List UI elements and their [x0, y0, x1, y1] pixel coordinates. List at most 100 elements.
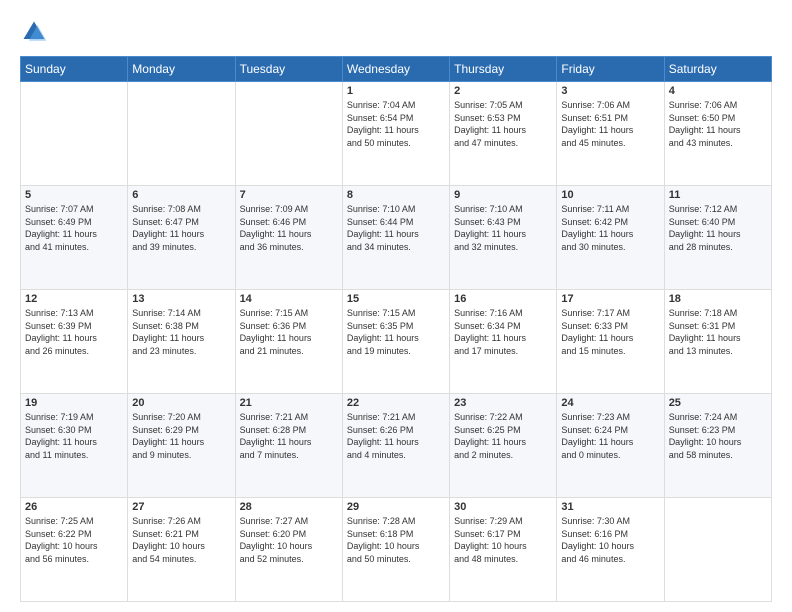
day-info: Sunrise: 7:27 AM Sunset: 6:20 PM Dayligh…: [240, 515, 338, 565]
day-info: Sunrise: 7:14 AM Sunset: 6:38 PM Dayligh…: [132, 307, 230, 357]
day-info: Sunrise: 7:20 AM Sunset: 6:29 PM Dayligh…: [132, 411, 230, 461]
weekday-monday: Monday: [128, 57, 235, 82]
day-number: 9: [454, 189, 552, 201]
header: [20, 18, 772, 46]
day-number: 22: [347, 397, 445, 409]
day-number: 26: [25, 501, 123, 513]
day-number: 11: [669, 189, 767, 201]
day-number: 25: [669, 397, 767, 409]
day-info: Sunrise: 7:07 AM Sunset: 6:49 PM Dayligh…: [25, 203, 123, 253]
day-info: Sunrise: 7:16 AM Sunset: 6:34 PM Dayligh…: [454, 307, 552, 357]
weekday-sunday: Sunday: [21, 57, 128, 82]
day-info: Sunrise: 7:09 AM Sunset: 6:46 PM Dayligh…: [240, 203, 338, 253]
calendar-cell: 24Sunrise: 7:23 AM Sunset: 6:24 PM Dayli…: [557, 394, 664, 498]
day-info: Sunrise: 7:06 AM Sunset: 6:51 PM Dayligh…: [561, 99, 659, 149]
calendar-cell: 25 Sunrise: 7:24 AM Sunset: 6:23 PM Dayli…: [664, 394, 771, 498]
calendar-cell: 23 Sunrise: 7:22 AM Sunset: 6:25 PM Dayli…: [450, 394, 557, 498]
day-number: 21: [240, 397, 338, 409]
week-row-0: 1Sunrise: 7:04 AM Sunset: 6:54 PM Daylig…: [21, 82, 772, 186]
day-number: 3: [561, 85, 659, 97]
calendar-cell: 13 Sunrise: 7:14 AM Sunset: 6:38 PM Dayli…: [128, 290, 235, 394]
day-info: Sunrise: 7:22 AM Sunset: 6:25 PM Dayligh…: [454, 411, 552, 461]
day-number: 29: [347, 501, 445, 513]
calendar-cell: 18Sunrise: 7:18 AM Sunset: 6:31 PM Dayli…: [664, 290, 771, 394]
day-info: Sunrise: 7:19 AM Sunset: 6:30 PM Dayligh…: [25, 411, 123, 461]
day-info: Sunrise: 7:10 AM Sunset: 6:44 PM Dayligh…: [347, 203, 445, 253]
day-number: 13: [132, 293, 230, 305]
calendar-cell: 17 Sunrise: 7:17 AM Sunset: 6:33 PM Dayli…: [557, 290, 664, 394]
weekday-wednesday: Wednesday: [342, 57, 449, 82]
day-number: 27: [132, 501, 230, 513]
day-info: Sunrise: 7:10 AM Sunset: 6:43 PM Dayligh…: [454, 203, 552, 253]
weekday-friday: Friday: [557, 57, 664, 82]
weekday-header-row: SundayMondayTuesdayWednesdayThursdayFrid…: [21, 57, 772, 82]
day-info: Sunrise: 7:21 AM Sunset: 6:28 PM Dayligh…: [240, 411, 338, 461]
day-number: 16: [454, 293, 552, 305]
day-info: Sunrise: 7:28 AM Sunset: 6:18 PM Dayligh…: [347, 515, 445, 565]
calendar-cell: 8Sunrise: 7:10 AM Sunset: 6:44 PM Daylig…: [342, 186, 449, 290]
day-info: Sunrise: 7:12 AM Sunset: 6:40 PM Dayligh…: [669, 203, 767, 253]
day-number: 31: [561, 501, 659, 513]
day-number: 4: [669, 85, 767, 97]
calendar-cell: 19 Sunrise: 7:19 AM Sunset: 6:30 PM Dayli…: [21, 394, 128, 498]
day-number: 20: [132, 397, 230, 409]
calendar-cell: [128, 82, 235, 186]
calendar-cell: [235, 82, 342, 186]
calendar-cell: 10 Sunrise: 7:11 AM Sunset: 6:42 PM Dayli…: [557, 186, 664, 290]
day-number: 15: [347, 293, 445, 305]
week-row-1: 5Sunrise: 7:07 AM Sunset: 6:49 PM Daylig…: [21, 186, 772, 290]
day-number: 30: [454, 501, 552, 513]
day-info: Sunrise: 7:26 AM Sunset: 6:21 PM Dayligh…: [132, 515, 230, 565]
day-info: Sunrise: 7:04 AM Sunset: 6:54 PM Dayligh…: [347, 99, 445, 149]
calendar-cell: 11 Sunrise: 7:12 AM Sunset: 6:40 PM Dayli…: [664, 186, 771, 290]
day-info: Sunrise: 7:24 AM Sunset: 6:23 PM Dayligh…: [669, 411, 767, 461]
calendar-cell: 31 Sunrise: 7:30 AM Sunset: 6:16 PM Dayli…: [557, 498, 664, 602]
calendar-cell: 2 Sunrise: 7:05 AM Sunset: 6:53 PM Daylig…: [450, 82, 557, 186]
day-info: Sunrise: 7:17 AM Sunset: 6:33 PM Dayligh…: [561, 307, 659, 357]
day-number: 7: [240, 189, 338, 201]
calendar-cell: 27 Sunrise: 7:26 AM Sunset: 6:21 PM Dayli…: [128, 498, 235, 602]
calendar-cell: 14Sunrise: 7:15 AM Sunset: 6:36 PM Dayli…: [235, 290, 342, 394]
day-info: Sunrise: 7:29 AM Sunset: 6:17 PM Dayligh…: [454, 515, 552, 565]
calendar-cell: 4 Sunrise: 7:06 AM Sunset: 6:50 PM Daylig…: [664, 82, 771, 186]
day-info: Sunrise: 7:05 AM Sunset: 6:53 PM Dayligh…: [454, 99, 552, 149]
calendar: SundayMondayTuesdayWednesdayThursdayFrid…: [20, 56, 772, 602]
day-number: 6: [132, 189, 230, 201]
calendar-cell: 15Sunrise: 7:15 AM Sunset: 6:35 PM Dayli…: [342, 290, 449, 394]
calendar-cell: 21 Sunrise: 7:21 AM Sunset: 6:28 PM Dayli…: [235, 394, 342, 498]
day-info: Sunrise: 7:11 AM Sunset: 6:42 PM Dayligh…: [561, 203, 659, 253]
calendar-cell: 5Sunrise: 7:07 AM Sunset: 6:49 PM Daylig…: [21, 186, 128, 290]
calendar-cell: 12Sunrise: 7:13 AM Sunset: 6:39 PM Dayli…: [21, 290, 128, 394]
week-row-2: 12Sunrise: 7:13 AM Sunset: 6:39 PM Dayli…: [21, 290, 772, 394]
calendar-cell: 3 Sunrise: 7:06 AM Sunset: 6:51 PM Daylig…: [557, 82, 664, 186]
calendar-cell: 28 Sunrise: 7:27 AM Sunset: 6:20 PM Dayli…: [235, 498, 342, 602]
day-number: 17: [561, 293, 659, 305]
day-info: Sunrise: 7:25 AM Sunset: 6:22 PM Dayligh…: [25, 515, 123, 565]
calendar-cell: 22 Sunrise: 7:21 AM Sunset: 6:26 PM Dayli…: [342, 394, 449, 498]
calendar-cell: 6Sunrise: 7:08 AM Sunset: 6:47 PM Daylig…: [128, 186, 235, 290]
day-number: 18: [669, 293, 767, 305]
calendar-cell: 30 Sunrise: 7:29 AM Sunset: 6:17 PM Dayli…: [450, 498, 557, 602]
day-info: Sunrise: 7:06 AM Sunset: 6:50 PM Dayligh…: [669, 99, 767, 149]
calendar-cell: 9 Sunrise: 7:10 AM Sunset: 6:43 PM Daylig…: [450, 186, 557, 290]
day-info: Sunrise: 7:15 AM Sunset: 6:36 PM Dayligh…: [240, 307, 338, 357]
day-number: 24: [561, 397, 659, 409]
day-number: 2: [454, 85, 552, 97]
day-number: 12: [25, 293, 123, 305]
day-number: 10: [561, 189, 659, 201]
logo-icon: [20, 18, 48, 46]
day-number: 28: [240, 501, 338, 513]
day-info: Sunrise: 7:30 AM Sunset: 6:16 PM Dayligh…: [561, 515, 659, 565]
page: SundayMondayTuesdayWednesdayThursdayFrid…: [0, 0, 792, 612]
calendar-cell: 26 Sunrise: 7:25 AM Sunset: 6:22 PM Dayli…: [21, 498, 128, 602]
day-number: 23: [454, 397, 552, 409]
week-row-4: 26 Sunrise: 7:25 AM Sunset: 6:22 PM Dayli…: [21, 498, 772, 602]
calendar-cell: 7 Sunrise: 7:09 AM Sunset: 6:46 PM Daylig…: [235, 186, 342, 290]
week-row-3: 19 Sunrise: 7:19 AM Sunset: 6:30 PM Dayli…: [21, 394, 772, 498]
day-number: 19: [25, 397, 123, 409]
weekday-thursday: Thursday: [450, 57, 557, 82]
day-info: Sunrise: 7:21 AM Sunset: 6:26 PM Dayligh…: [347, 411, 445, 461]
calendar-cell: 1Sunrise: 7:04 AM Sunset: 6:54 PM Daylig…: [342, 82, 449, 186]
logo: [20, 18, 52, 46]
calendar-cell: 16 Sunrise: 7:16 AM Sunset: 6:34 PM Dayli…: [450, 290, 557, 394]
